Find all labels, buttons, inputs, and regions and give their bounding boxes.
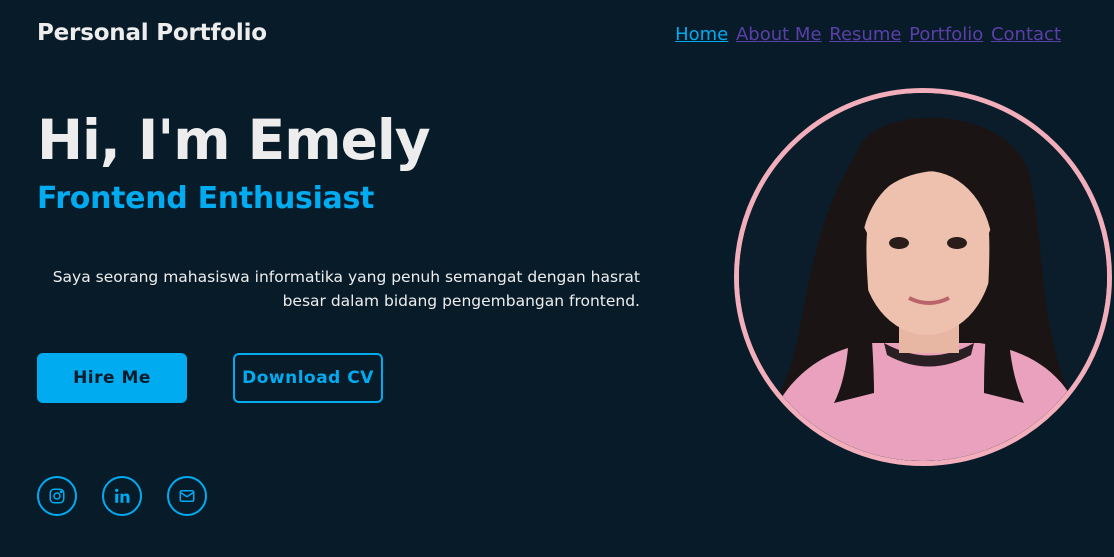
nav-contact[interactable]: Contact bbox=[991, 24, 1061, 45]
profile-photo bbox=[734, 88, 1112, 466]
mail-icon bbox=[179, 490, 195, 502]
main-nav: Home About Me Resume Portfolio Contact bbox=[673, 24, 1061, 45]
linkedin-link[interactable] bbox=[102, 476, 142, 516]
hire-me-button[interactable]: Hire Me bbox=[37, 353, 187, 403]
site-logo[interactable]: Personal Portfolio bbox=[37, 20, 267, 46]
nav-portfolio[interactable]: Portfolio bbox=[909, 24, 983, 45]
profile-portrait-image bbox=[739, 93, 1107, 461]
nav-home[interactable]: Home bbox=[675, 24, 728, 45]
nav-about-me[interactable]: About Me bbox=[736, 24, 822, 45]
mail-link[interactable] bbox=[167, 476, 207, 516]
hero-title: Hi, I'm Emely bbox=[37, 108, 431, 172]
nav-resume[interactable]: Resume bbox=[829, 24, 901, 45]
hero-subtitle: Frontend Enthusiast bbox=[37, 181, 375, 216]
instagram-link[interactable] bbox=[37, 476, 77, 516]
linkedin-icon bbox=[115, 488, 130, 503]
download-cv-button[interactable]: Download CV bbox=[233, 353, 383, 403]
instagram-icon bbox=[49, 488, 65, 504]
hero-description: Saya seorang mahasiswa informatika yang … bbox=[52, 268, 640, 310]
portfolio-page: Personal Portfolio Home About Me Resume … bbox=[0, 0, 1114, 557]
